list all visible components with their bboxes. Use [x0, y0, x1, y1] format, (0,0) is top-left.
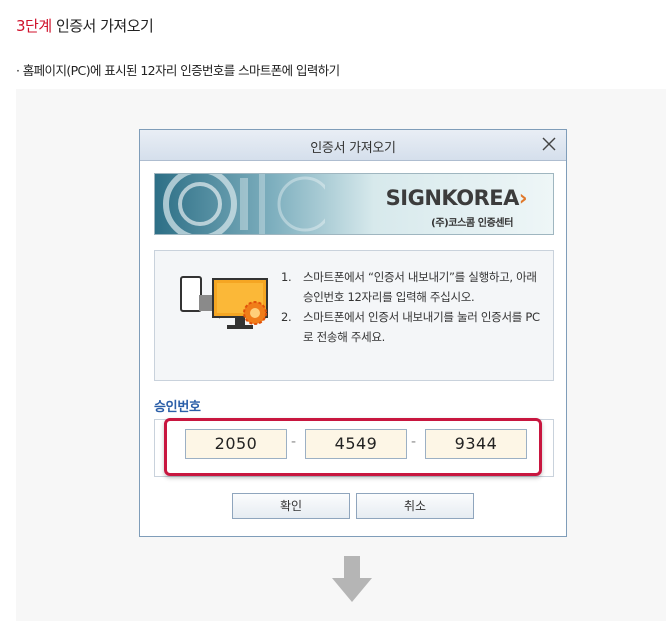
step-number: 3단계 [16, 17, 52, 35]
instructions-list: 1. 스마트폰에서 “인증서 내보내기”를 실행하고, 아래 승인번호 12자리… [281, 267, 549, 347]
logo-main-text: SIGNKOREA [385, 186, 520, 210]
dialog-titlebar: 인증서 가져오기 [140, 130, 566, 161]
close-icon[interactable] [540, 135, 558, 153]
instruction-text: 스마트폰에서 “인증서 내보내기”를 실행하고, 아래 승인번호 12자리를 입… [303, 270, 537, 304]
step-title-text: 인증서 가져오기 [55, 17, 154, 35]
instruction-number: 2. [281, 310, 292, 324]
dialog-title: 인증서 가져오기 [310, 141, 396, 156]
code-separator: - [291, 434, 297, 450]
cancel-button[interactable]: 취소 [356, 493, 474, 519]
instruction-number: 1. [281, 270, 292, 284]
signkorea-logo: SIGNKOREA› [385, 186, 528, 210]
code-separator: - [411, 434, 417, 450]
vault-graphic [163, 174, 325, 234]
logo-arrow: › [518, 186, 528, 210]
approval-code-field-2[interactable]: 4549 [305, 429, 407, 459]
instruction-item: 2. 스마트폰에서 인증서 내보내기를 눌러 인증서를 PC로 전송해 주세요. [281, 307, 549, 347]
certificate-transfer-icon [180, 276, 268, 329]
down-arrow-icon [332, 556, 372, 602]
approval-number-label: 승인번호 [154, 400, 201, 415]
approval-code-field-3[interactable]: 9344 [425, 429, 527, 459]
instruction-item: 1. 스마트폰에서 “인증서 내보내기”를 실행하고, 아래 승인번호 12자리… [281, 267, 549, 307]
step-description: · 홈페이지(PC)에 표시된 12자리 인증번호를 스마트폰에 입력하기 [16, 63, 340, 78]
logo-subtitle: (주)코스콤 인증센터 [431, 218, 513, 229]
approval-code-field-1[interactable]: 2050 [185, 429, 287, 459]
step-title: 3단계 인증서 가져오기 [16, 15, 154, 36]
signkorea-banner: SIGNKOREA› (주)코스콤 인증센터 [154, 173, 554, 235]
confirm-button[interactable]: 확인 [232, 493, 350, 519]
instruction-text: 스마트폰에서 인증서 내보내기를 눌러 인증서를 PC로 전송해 주세요. [303, 310, 540, 344]
instructions-box: 1. 스마트폰에서 “인증서 내보내기”를 실행하고, 아래 승인번호 12자리… [154, 250, 554, 381]
